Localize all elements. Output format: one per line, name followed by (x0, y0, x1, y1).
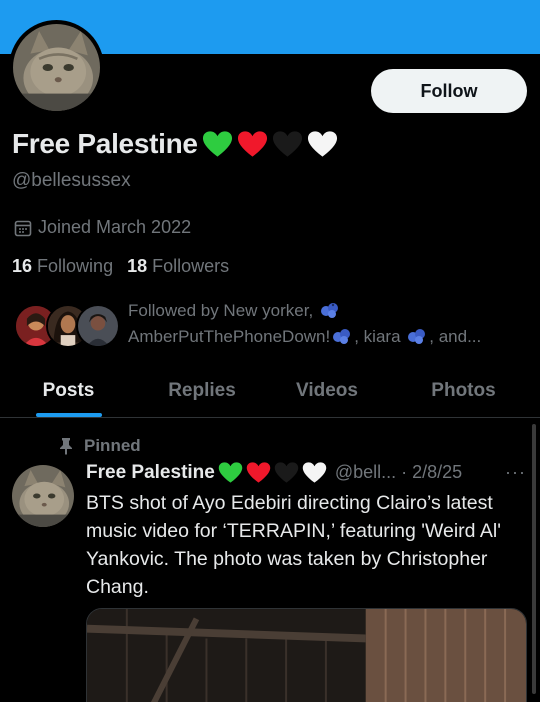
followed-by-text: Followed by New yorker, AmberPutThePhone… (128, 298, 518, 350)
tab-photos[interactable]: Photos (387, 364, 540, 417)
black-heart-icon (272, 131, 302, 157)
calendar-icon (14, 220, 32, 236)
tab-label: Photos (431, 379, 496, 401)
pinned-label: Pinned (84, 436, 141, 455)
joined-date: Joined March 2022 (14, 217, 191, 238)
black-heart-icon (274, 462, 299, 483)
follow-button[interactable]: Follow (371, 69, 527, 113)
white-heart-icon (307, 131, 337, 157)
white-heart-icon (302, 462, 327, 483)
tab-videos[interactable]: Videos (267, 364, 387, 417)
pin-icon (60, 438, 72, 455)
profile-display-name: Free Palestine (12, 128, 338, 160)
followed-by-user: , kiara (354, 327, 401, 346)
red-heart-icon (237, 131, 267, 157)
scrollbar[interactable] (532, 424, 536, 694)
blueberries-icon (408, 329, 426, 344)
display-name-text: Free Palestine (12, 128, 198, 159)
profile-avatar[interactable] (9, 20, 104, 115)
profile-tabs: Posts Replies Videos Photos (0, 364, 540, 418)
name-emojis (202, 130, 338, 158)
active-tab-indicator (35, 413, 102, 417)
followed-by-more: , and... (429, 327, 482, 346)
post-header: Free Palestine @bell... · 2/8/25 ··· (86, 461, 526, 484)
green-heart-icon (202, 131, 232, 157)
tab-label: Videos (296, 379, 358, 401)
followers-count: 18 (127, 256, 148, 276)
followers-label: Followers (152, 256, 230, 276)
post-media-image[interactable] (86, 608, 527, 702)
avatar (76, 304, 120, 348)
followers-you-know-avatars (14, 304, 120, 350)
tab-label: Replies (168, 379, 236, 401)
followers-link[interactable]: 18 Followers (127, 256, 229, 277)
cat-photo (13, 24, 100, 111)
profile-handle: @bellesussex (12, 170, 131, 191)
tab-posts[interactable]: Posts (0, 364, 137, 417)
followed-by-user: AmberPutThePhoneDown! (128, 327, 331, 346)
following-count: 16 (12, 256, 33, 276)
barn-photo (87, 609, 526, 702)
followed-by-section[interactable]: Followed by New yorker, AmberPutThePhone… (14, 298, 518, 350)
pinned-indicator: Pinned (58, 436, 141, 456)
following-link[interactable]: 16 Following (12, 256, 113, 277)
post-author-name[interactable]: Free Palestine (86, 462, 215, 484)
blueberries-icon (320, 303, 338, 318)
cat-photo (12, 465, 74, 527)
more-options-icon[interactable]: ··· (505, 462, 526, 483)
joined-text: Joined March 2022 (38, 217, 192, 237)
blueberries-icon (333, 329, 351, 344)
green-heart-icon (218, 462, 243, 483)
following-label: Following (37, 256, 114, 276)
follow-stats: 16 Following 18 Followers (12, 256, 229, 277)
post-author-avatar[interactable] (12, 465, 74, 527)
post-body[interactable]: BTS shot of Ayo Edebiri directing Clairo… (86, 489, 531, 601)
tab-label: Posts (42, 379, 95, 401)
tab-replies[interactable]: Replies (137, 364, 267, 417)
red-heart-icon (246, 462, 271, 483)
post-handle-date[interactable]: @bell... · 2/8/25 (335, 462, 462, 483)
followed-by-line1: Followed by New yorker, (128, 301, 314, 320)
